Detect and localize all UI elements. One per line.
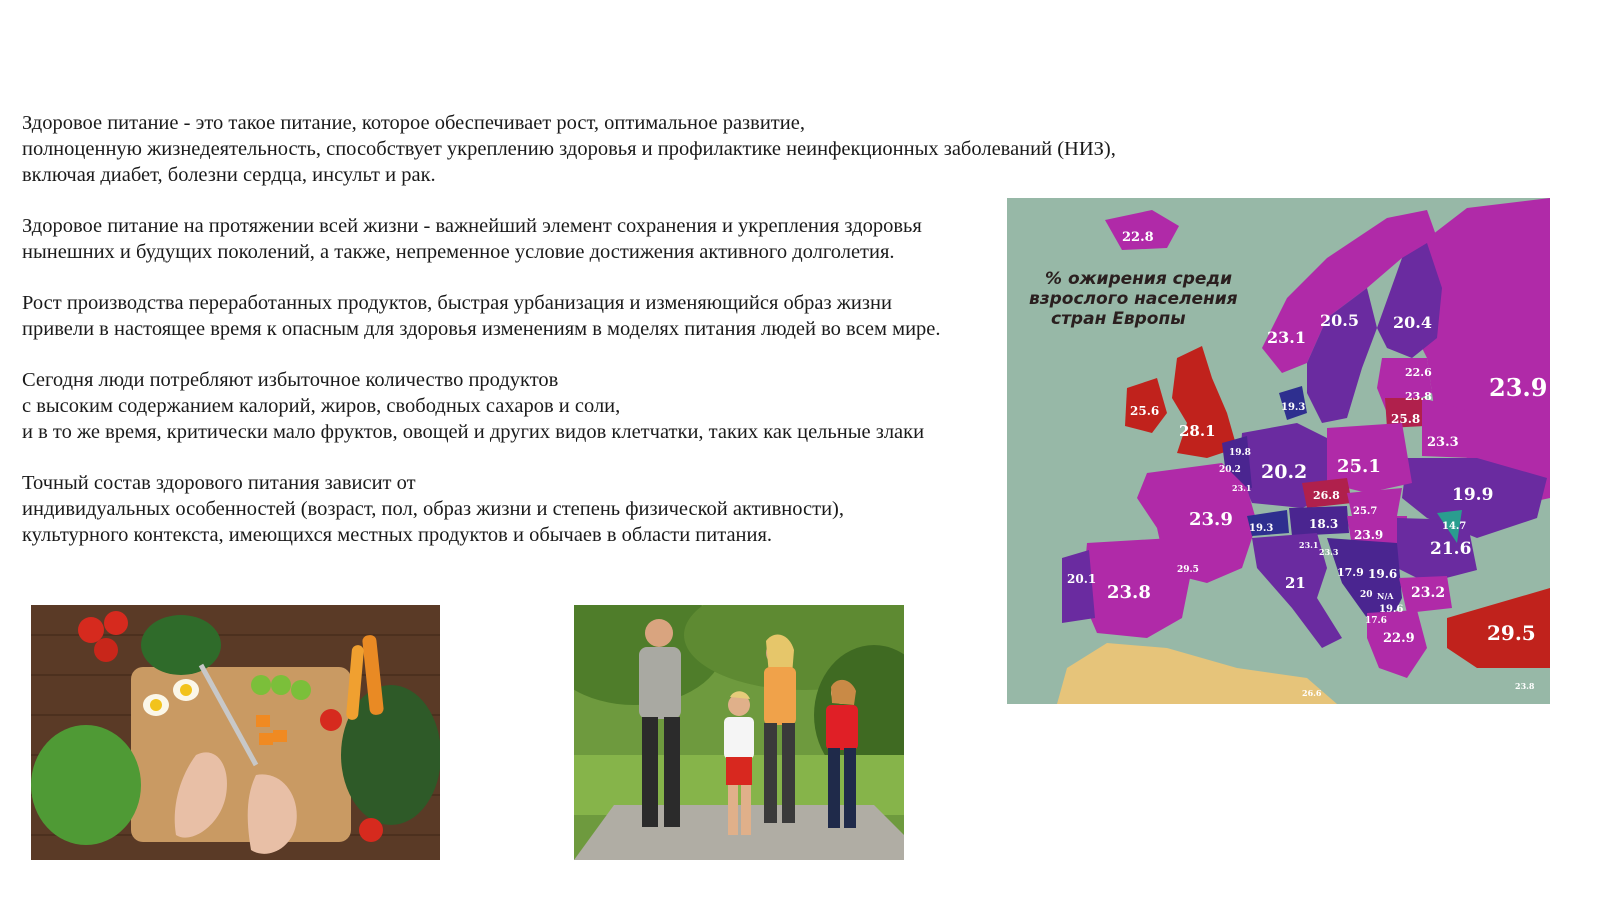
value-sweden: 20.5 — [1320, 311, 1359, 330]
value-bosnia: 17.9 — [1337, 566, 1364, 579]
value-cyprus: 23.8 — [1515, 681, 1535, 691]
value-norway: 23.1 — [1267, 328, 1306, 347]
value-austria: 18.3 — [1309, 517, 1338, 531]
value-denmark: 19.3 — [1281, 402, 1305, 413]
value-italy: 21 — [1285, 574, 1306, 592]
value-luxembourg: 23.1 — [1232, 483, 1251, 493]
text-line: включая диабет, болезни сердца, инсульт … — [22, 164, 436, 186]
value-croatia: 23.3 — [1319, 547, 1339, 557]
value-uk: 28.1 — [1179, 422, 1216, 440]
value-iceland: 22.8 — [1122, 230, 1154, 245]
value-france: 23.9 — [1189, 509, 1233, 530]
value-netherlands: 19.8 — [1229, 448, 1251, 458]
value-slovakia: 25.7 — [1353, 506, 1377, 517]
map-svg: % ожирения среди взрослого населения стр… — [1007, 198, 1550, 704]
value-monaco: 29.5 — [1177, 565, 1199, 575]
woman-top — [764, 667, 796, 725]
value-germany: 20.2 — [1261, 461, 1307, 483]
man-shirt — [639, 647, 681, 719]
value-montenegro: 20 — [1360, 590, 1373, 600]
value-belarus: 23.3 — [1427, 435, 1459, 450]
vegetables-photo — [31, 605, 440, 860]
value-russia: 23.9 — [1489, 373, 1547, 402]
value-serbia: 19.6 — [1368, 567, 1397, 581]
value-switzerland: 19.3 — [1249, 523, 1273, 534]
value-slovenia: 23.1 — [1299, 540, 1318, 550]
value-portugal: 20.1 — [1067, 572, 1096, 586]
value-hungary: 23.9 — [1354, 528, 1383, 542]
value-bulgaria: 23.2 — [1411, 585, 1445, 601]
value-albania: 17.6 — [1365, 616, 1387, 626]
cutting-board — [131, 667, 351, 842]
value-belgium: 20.2 — [1219, 465, 1241, 475]
value-spain: 23.8 — [1107, 582, 1151, 603]
map-title-line-3: стран Европы — [1051, 309, 1186, 329]
lettuce — [31, 725, 141, 845]
europe-obesity-map: % ожирения среди взрослого населения стр… — [1007, 198, 1550, 704]
value-finland: 20.4 — [1393, 313, 1432, 332]
value-macedonia: 19.6 — [1379, 604, 1403, 615]
map-title-line-2: взрослого населения — [1029, 289, 1238, 309]
value-romania: 21.6 — [1430, 539, 1471, 559]
value-ireland: 25.6 — [1130, 404, 1159, 418]
value-greece: 22.9 — [1383, 631, 1415, 646]
girl-shirt — [826, 705, 858, 750]
value-poland: 25.1 — [1337, 456, 1381, 477]
running-family-photo — [574, 605, 904, 860]
value-moldova: 14.7 — [1442, 521, 1466, 532]
value-malta: 26.6 — [1302, 688, 1322, 698]
value-latvia: 23.8 — [1405, 390, 1432, 403]
text-line: полноценную жизнедеятельность, способств… — [22, 138, 1116, 160]
value-estonia: 22.6 — [1405, 366, 1432, 379]
value-kosovo: N/A — [1377, 591, 1394, 601]
broccoli — [141, 615, 221, 675]
text-line: Здоровое питание - это такое питание, ко… — [22, 112, 805, 134]
child-shirt — [724, 717, 754, 759]
man-head — [645, 619, 673, 647]
value-turkey: 29.5 — [1487, 621, 1536, 645]
paragraph-definition: Здоровое питание - это такое питание, ко… — [22, 110, 1202, 188]
map-title-line-1: % ожирения среди — [1045, 269, 1232, 289]
value-ukraine: 19.9 — [1452, 485, 1493, 505]
value-lithuania: 25.8 — [1391, 412, 1420, 426]
value-czechia: 26.8 — [1313, 489, 1340, 502]
